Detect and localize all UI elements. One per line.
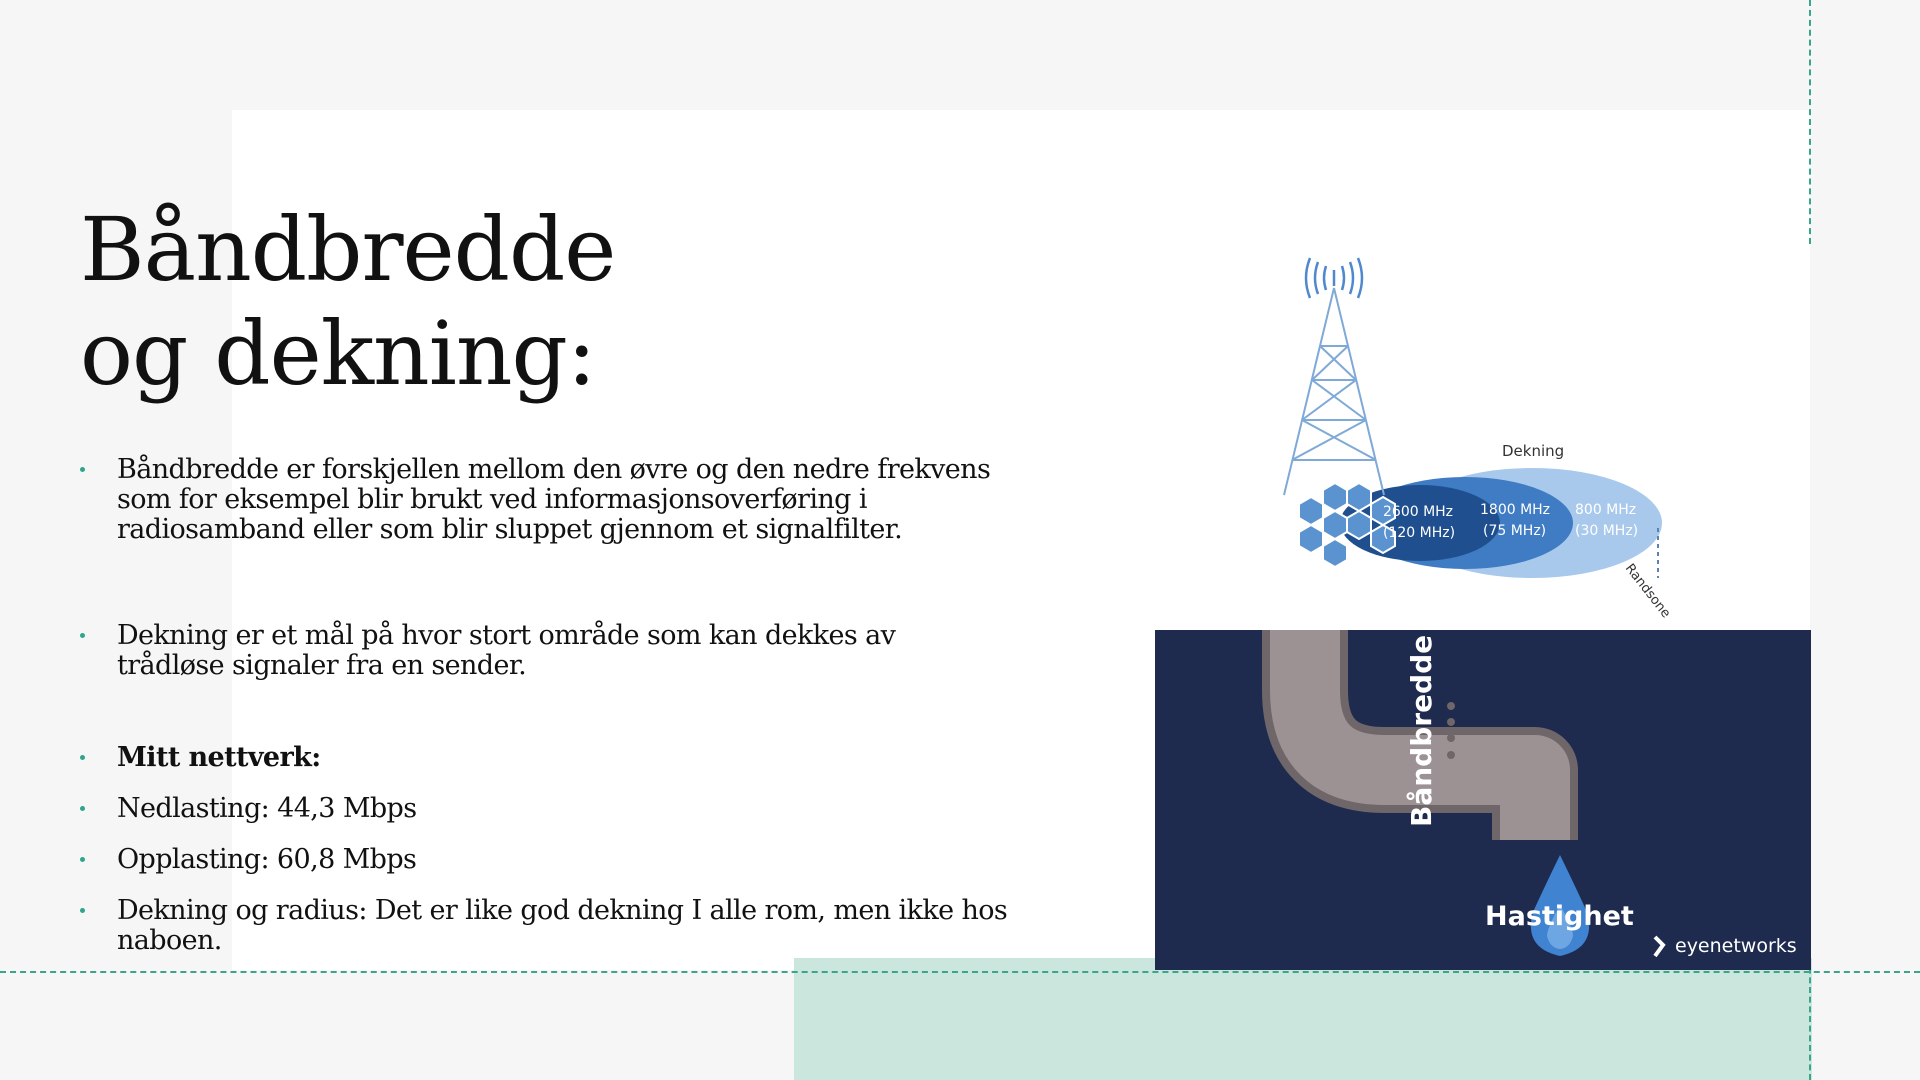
bullet-dot-icon — [80, 908, 85, 913]
bullet-text: Dekning er et mål på hvor stort område s… — [117, 620, 896, 681]
bullet-item: Dekning og radius: Det er like god dekni… — [80, 896, 1010, 956]
bullet-text: Opplasting: 60,8 Mbps — [117, 844, 417, 875]
bullet-item: Båndbredde er forskjellen mellom den øvr… — [80, 455, 1010, 545]
bullet-text: Båndbredde er forskjellen mellom den øvr… — [117, 454, 991, 545]
band-2600-freq-label: 2600 MHz — [1383, 504, 1453, 520]
band-800-bw-label: (30 MHz) — [1575, 523, 1638, 539]
bullet-dot-icon — [80, 633, 85, 638]
guide-dashed-line-vertical-top — [1809, 0, 1811, 244]
brand-logo: eyenetworks — [1675, 935, 1797, 957]
coverage-diagram: Dekning 2600 MHz (120 MHz) 1800 MHz (75 … — [1280, 250, 1700, 625]
bullet-dot-icon — [80, 467, 85, 472]
pipe-label: Båndbredde — [1405, 635, 1438, 827]
decorative-mint-block — [794, 958, 1812, 1080]
guide-dashed-line-horizontal — [0, 971, 1920, 973]
band-1800-bw-label: (75 MHz) — [1483, 523, 1546, 539]
bullet-text: Dekning og radius: Det er like god dekni… — [117, 895, 1008, 956]
bullet-text: Nedlasting: 44,3 Mbps — [117, 793, 417, 824]
bullet-text: Mitt nettverk: — [117, 742, 321, 773]
brand-chevron-icon — [1653, 935, 1666, 958]
bullet-dot-icon — [80, 755, 85, 760]
guide-dashed-line-vertical-bottom — [1809, 958, 1811, 1080]
bullet-dot-icon — [80, 857, 85, 862]
tower-icon — [1283, 287, 1385, 496]
title-line-2: og dekning: — [80, 302, 597, 405]
edge-zone-label: Randsone — [1622, 561, 1673, 621]
slide-title: Båndbredde og dekning: — [80, 198, 616, 406]
title-line-1: Båndbredde — [80, 198, 616, 301]
bullet-item: Opplasting: 60,8 Mbps — [80, 845, 1010, 875]
band-2600-bw-label: (120 MHz) — [1383, 525, 1455, 541]
band-1800-freq-label: 1800 MHz — [1480, 502, 1550, 518]
bullet-item: Nedlasting: 44,3 Mbps — [80, 794, 1010, 824]
bullet-dot-icon — [80, 806, 85, 811]
bullet-item: Mitt nettverk: — [80, 743, 1010, 773]
bullet-item: Dekning er et mål på hvor stort område s… — [80, 621, 1010, 681]
speed-label: Hastighet — [1485, 901, 1634, 932]
bandwidth-pipe-diagram: Båndbredde Hastighet eyenetworks — [1155, 630, 1811, 970]
coverage-heading: Dekning — [1502, 442, 1564, 460]
bullet-list: Båndbredde er forskjellen mellom den øvr… — [80, 455, 1010, 956]
band-800-freq-label: 800 MHz — [1575, 502, 1636, 518]
